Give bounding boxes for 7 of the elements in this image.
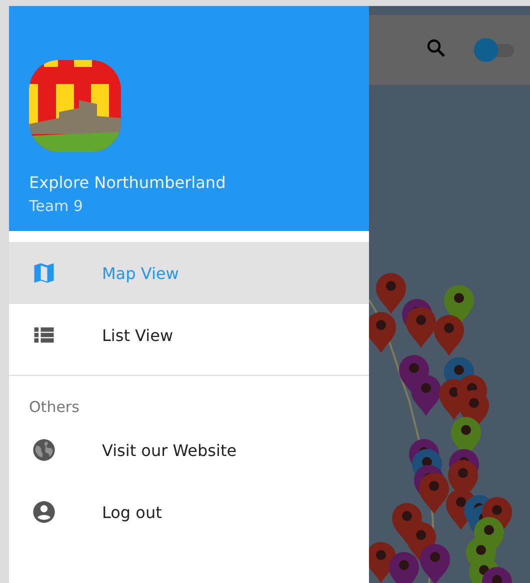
section-heading: Others bbox=[28, 397, 80, 416]
search-icon[interactable] bbox=[426, 38, 446, 58]
team-name: Team 9 bbox=[29, 196, 84, 217]
app-name: Explore Northumberland bbox=[29, 172, 227, 194]
account-icon bbox=[31, 499, 57, 525]
globe-icon bbox=[31, 437, 57, 463]
castle-logo-icon bbox=[29, 60, 121, 152]
